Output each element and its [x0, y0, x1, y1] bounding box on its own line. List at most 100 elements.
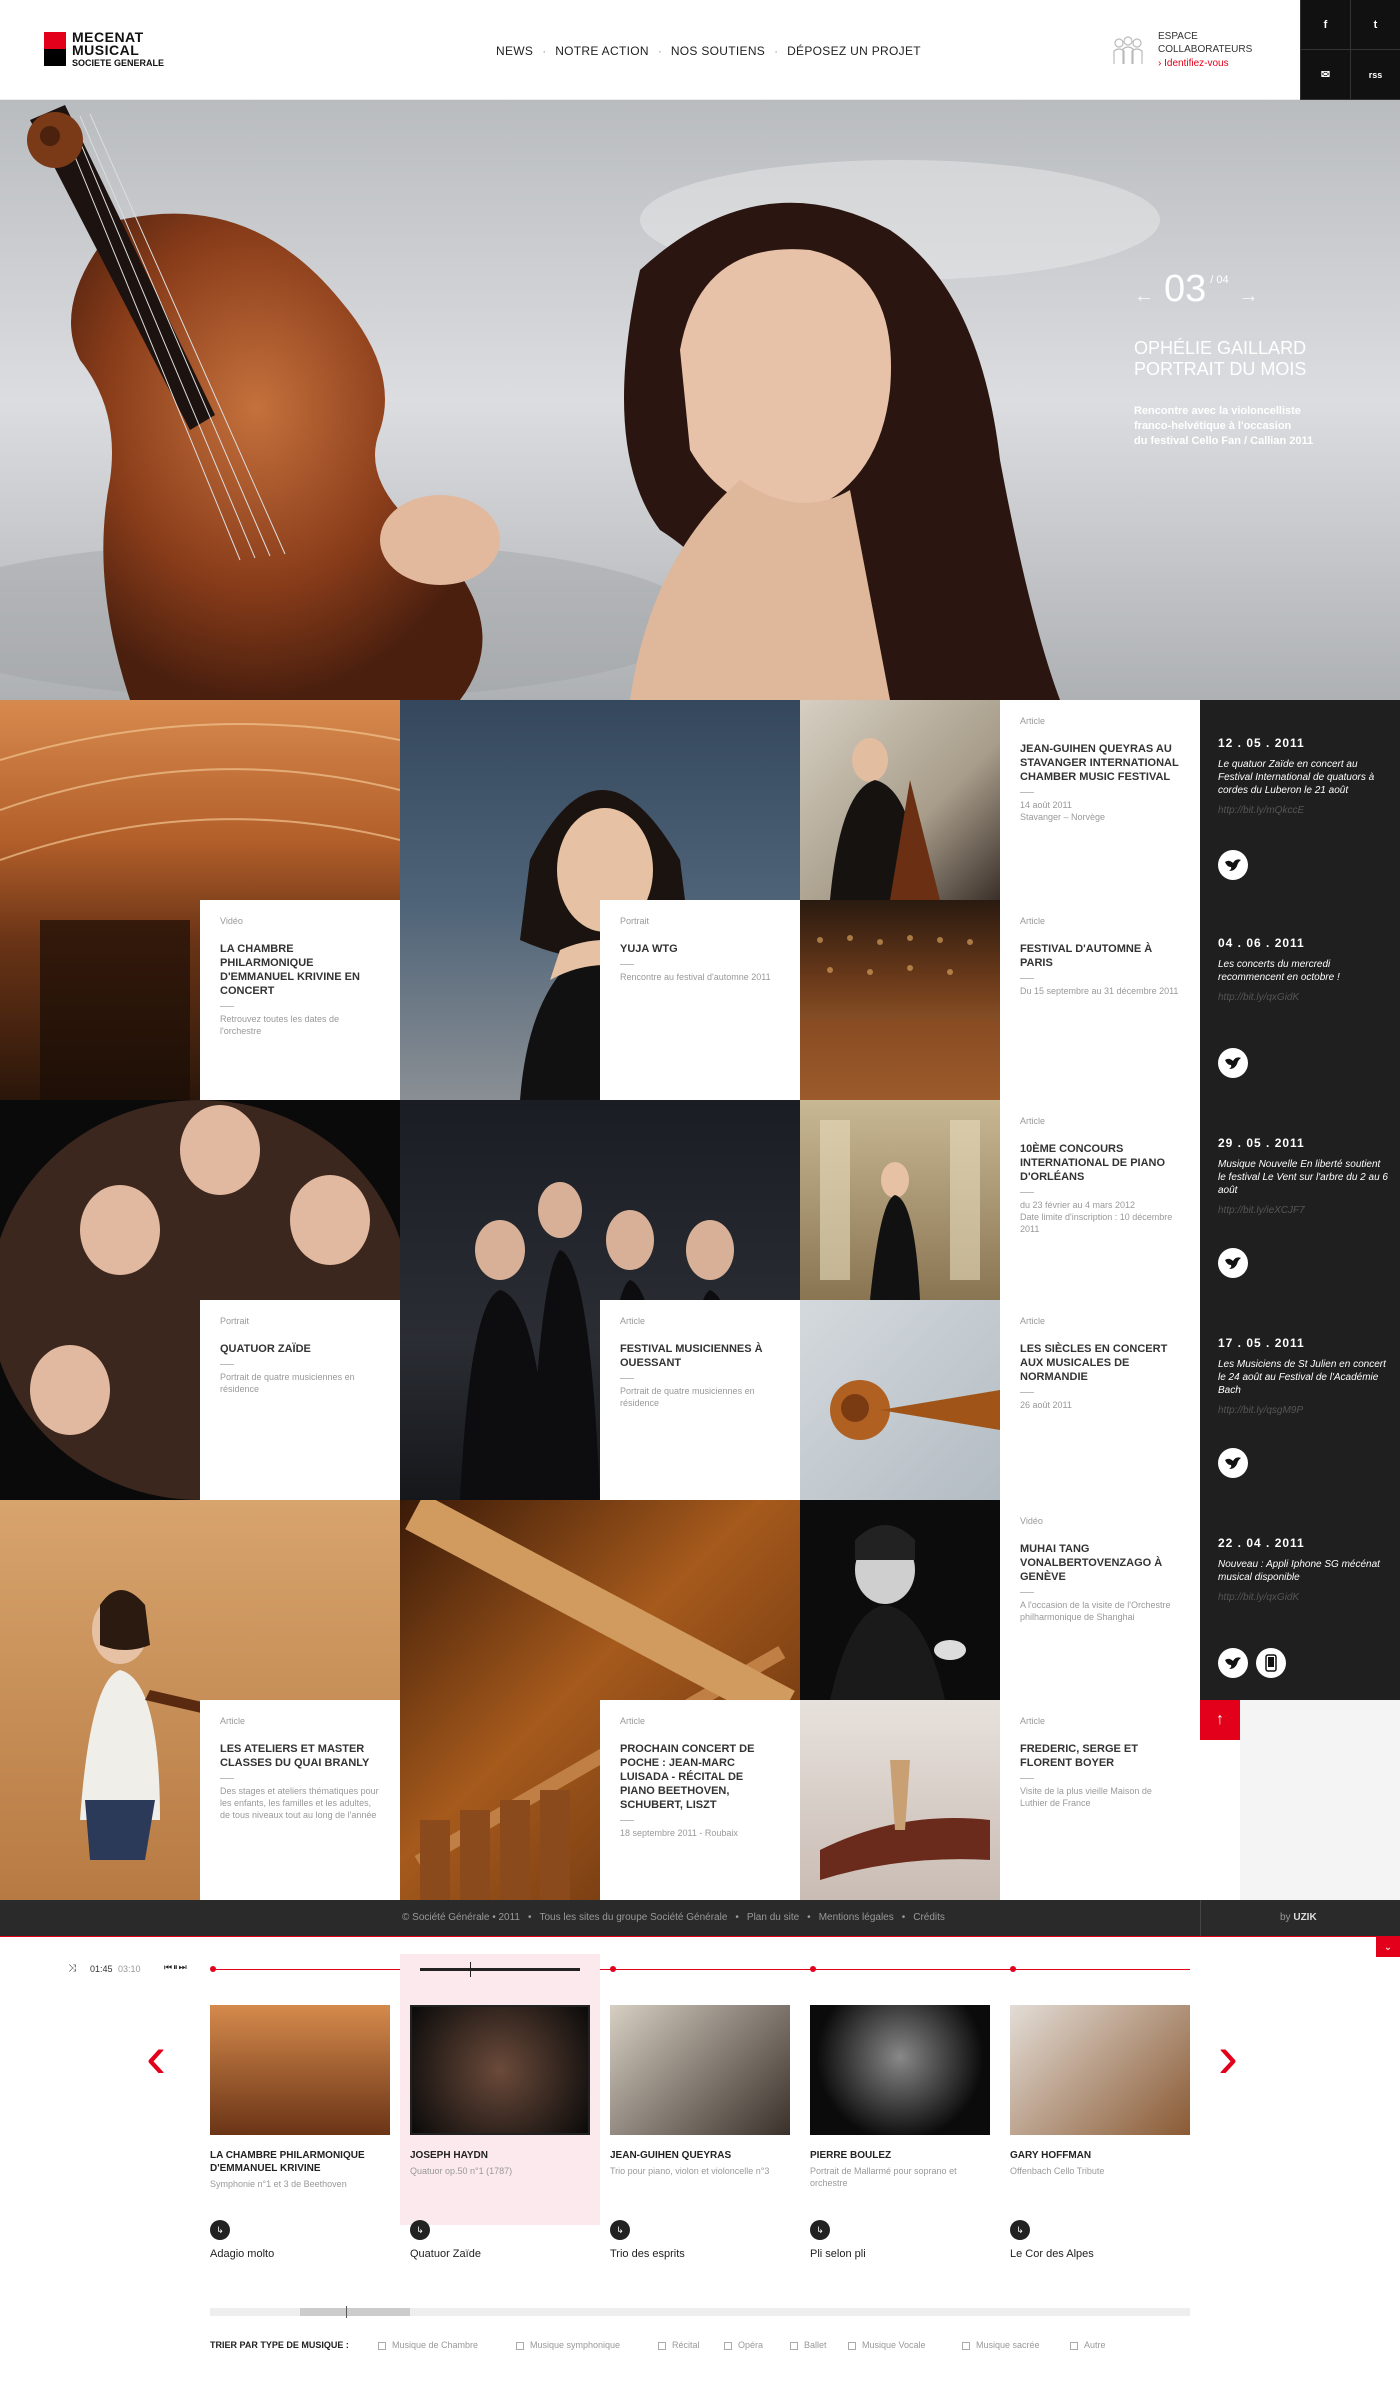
phone-icon[interactable] — [1256, 1648, 1286, 1678]
next-arrow-icon[interactable]: → — [1239, 285, 1259, 308]
filter-option[interactable]: Autre — [1070, 2340, 1106, 2350]
card-yuja-wang[interactable]: Portrait YUJA WTG Rencontre au festival … — [600, 900, 800, 1100]
playhead[interactable] — [470, 1962, 471, 1977]
next-track-icon[interactable]: ⏭ — [179, 1962, 188, 1972]
play-track-icon[interactable]: ↳ — [410, 2220, 430, 2240]
track-thumbnail[interactable] — [810, 2005, 990, 2135]
nav-news[interactable]: NEWS — [496, 44, 533, 58]
bird-icon[interactable] — [1218, 850, 1248, 880]
card-ateliers[interactable]: Article LES ATELIERS ET MASTER CLASSES D… — [200, 1700, 400, 1900]
logo-mark[interactable] — [44, 32, 66, 66]
carousel-next-icon[interactable]: › — [1218, 2027, 1238, 2087]
track-thumbnail[interactable] — [1010, 2005, 1190, 2135]
track-card[interactable]: PIERRE BOULEZ Portrait de Mallarmé pour … — [810, 2005, 990, 2189]
filter-option[interactable]: Musique de Chambre — [378, 2340, 478, 2350]
site-footer: © Société Générale • 2011 • Tous les site… — [0, 1900, 1400, 1936]
site-header: MECENAT MUSICAL SOCIETE GENERALE NEWS · NO… — [0, 0, 1400, 100]
news-item[interactable]: 29 . 05 . 2011 Musique Nouvelle En libert… — [1218, 1136, 1388, 1216]
news-item[interactable]: 12 . 05 . 2011 Le quatuor Zaïde en concer… — [1218, 736, 1388, 816]
track-song[interactable]: Quatuor Zaïde — [410, 2248, 481, 2260]
hero-title[interactable]: OPHÉLIE GAILLARD PORTRAIT DU MOIS — [1134, 338, 1374, 380]
bird-icon[interactable] — [1218, 1448, 1248, 1478]
track-thumbnail[interactable] — [410, 2005, 590, 2135]
filter-option[interactable]: Opéra — [724, 2340, 763, 2350]
filter-label: TRIER PAR TYPE DE MUSIQUE : — [210, 2340, 349, 2350]
card-queyras[interactable]: Article JEAN-GUIHEN QUEYRAS AU STAVANGER… — [1000, 700, 1200, 900]
credit-uzik[interactable]: by UZIK — [1280, 1912, 1317, 1923]
track-card[interactable]: LA CHAMBRE PHILARMONIQUE D'EMMANUEL KRIV… — [210, 2005, 390, 2190]
card-les-siecles[interactable]: Article LES SIÈCLES EN CONCERT AUX MUSIC… — [1000, 1300, 1200, 1500]
track-card[interactable]: JOSEPH HAYDN Quatuor op.50 n°1 (1787) — [410, 2005, 590, 2177]
shuffle-icon[interactable]: ⤨ — [68, 1963, 76, 1974]
footer-link[interactable]: Crédits — [913, 1912, 945, 1923]
main-nav: NEWS · NOTRE ACTION · NOS SOUTIENS · DÉPOSE… — [496, 44, 921, 58]
bird-icon[interactable] — [1218, 1048, 1248, 1078]
footer-link[interactable]: Tous les sites du groupe Société Général… — [540, 1912, 728, 1923]
filter-option[interactable]: Musique symphonique — [516, 2340, 620, 2350]
news-item[interactable]: 22 . 04 . 2011 Nouveau : Appli Iphone SG … — [1218, 1536, 1388, 1603]
card-festival-automne[interactable]: Article FESTIVAL D'AUTOMNE À PARIS Du 15… — [1000, 900, 1200, 1100]
filter-option[interactable]: Ballet — [790, 2340, 827, 2350]
current-progress[interactable] — [420, 1968, 580, 1971]
progress-dot[interactable] — [610, 1966, 616, 1972]
track-song[interactable]: Trio des esprits — [610, 2248, 685, 2260]
rss-icon[interactable]: rss — [1350, 50, 1400, 100]
carousel-prev-icon[interactable]: ‹ — [146, 2027, 166, 2087]
track-card[interactable]: JEAN-GUIHEN QUEYRAS Trio pour piano, vio… — [610, 2005, 790, 2177]
back-to-top-arrow-icon[interactable]: ↑ — [1200, 1700, 1240, 1740]
card-quatuor-zaide[interactable]: Portrait QUATUOR ZAÏDE Portrait de quatr… — [200, 1300, 400, 1500]
card-musiciennes-ouessant[interactable]: Article FESTIVAL MUSICIENNES À OUESSANT … — [600, 1300, 800, 1500]
nav-nos-soutiens[interactable]: NOS SOUTIENS — [671, 44, 765, 58]
play-track-icon[interactable]: ↳ — [610, 2220, 630, 2240]
tile-orchestra[interactable] — [800, 900, 1000, 1100]
news-item[interactable]: 17 . 05 . 2011 Les Musiciens de St Julien… — [1218, 1336, 1388, 1416]
card-boyer[interactable]: Article FREDERIC, SERGE ET FLORENT BOYER… — [1000, 1700, 1200, 1900]
card-concours-piano[interactable]: Article 10ÈME CONCOURS INTERNATIONAL DE … — [1000, 1100, 1200, 1300]
tile-muhai-tang[interactable] — [800, 1500, 1000, 1700]
footer-link[interactable]: Plan du site — [747, 1912, 799, 1923]
progress-dot[interactable] — [210, 1966, 216, 1972]
twitter-icon[interactable]: t — [1350, 0, 1400, 50]
track-card[interactable]: GARY HOFFMAN Offenbach Cello Tribute — [1010, 2005, 1190, 2177]
nav-deposez-projet[interactable]: DÉPOSEZ UN PROJET — [787, 44, 921, 58]
progress-dot[interactable] — [1010, 1966, 1016, 1972]
email-icon[interactable]: ✉ — [1300, 50, 1350, 100]
card-muhai-tang[interactable]: Vidéo MUHAI TANG VONALBERTOVENZAGO À GEN… — [1000, 1500, 1200, 1700]
play-track-icon[interactable]: ↳ — [810, 2220, 830, 2240]
card-chambre-philarmonique[interactable]: Vidéo LA CHAMBRE PHILARMONIQUE D'EMMANUE… — [200, 900, 400, 1100]
nav-notre-action[interactable]: NOTRE ACTION — [555, 44, 649, 58]
filter-option[interactable]: Récital — [658, 2340, 700, 2350]
progress-dot[interactable] — [810, 1966, 816, 1972]
news-item[interactable]: 04 . 06 . 2011 Les concerts du mercredi r… — [1218, 936, 1388, 1003]
tile-violin-scroll[interactable] — [800, 1300, 1000, 1500]
prev-track-icon[interactable]: ⏮ — [164, 1962, 173, 1972]
track-thumbnail[interactable] — [210, 2005, 390, 2135]
time-elapsed: 01:45 — [90, 1964, 113, 1974]
bird-icon[interactable] — [1218, 1248, 1248, 1278]
filter-option[interactable]: Musique sacrée — [962, 2340, 1040, 2350]
tile-luthier[interactable] — [800, 1700, 1000, 1900]
card-concert-de-poche[interactable]: Article PROCHAIN CONCERT DE POCHE : JEAN… — [600, 1700, 800, 1900]
collapse-player-icon[interactable]: ⌄ — [1376, 1937, 1400, 1957]
hero-caption: ← 03 / 04 → OPHÉLIE GAILLARD PORTRAIT DU … — [1134, 270, 1374, 449]
progress-track[interactable] — [212, 1969, 1190, 1970]
logo-name[interactable]: MECENAT MUSICAL — [72, 30, 144, 57]
carousel-scrollbar-thumb[interactable] — [300, 2308, 410, 2316]
tile-queyras[interactable] — [800, 700, 1000, 900]
espace-collaborateurs[interactable]: ESPACE COLLABORATEURS › Identifiez-vous — [1110, 30, 1270, 74]
facebook-icon[interactable]: f — [1300, 0, 1350, 50]
people-icon — [1113, 36, 1143, 64]
hero-slideshow: ← 03 / 04 → OPHÉLIE GAILLARD PORTRAIT DU … — [0, 100, 1400, 700]
prev-arrow-icon[interactable]: ← — [1134, 285, 1154, 308]
tile-concours-piano[interactable] — [800, 1100, 1000, 1300]
play-track-icon[interactable]: ↳ — [210, 2220, 230, 2240]
play-track-icon[interactable]: ↳ — [1010, 2220, 1030, 2240]
login-link[interactable]: › Identifiez-vous — [1158, 58, 1229, 69]
track-thumbnail[interactable] — [610, 2005, 790, 2135]
footer-link[interactable]: Mentions légales — [819, 1912, 894, 1923]
track-song[interactable]: Pli selon pli — [810, 2248, 866, 2260]
filter-option[interactable]: Musique Vocale — [848, 2340, 926, 2350]
track-song[interactable]: Adagio molto — [210, 2248, 274, 2260]
bird-icon[interactable] — [1218, 1648, 1248, 1678]
track-song[interactable]: Le Cor des Alpes — [1010, 2248, 1094, 2260]
